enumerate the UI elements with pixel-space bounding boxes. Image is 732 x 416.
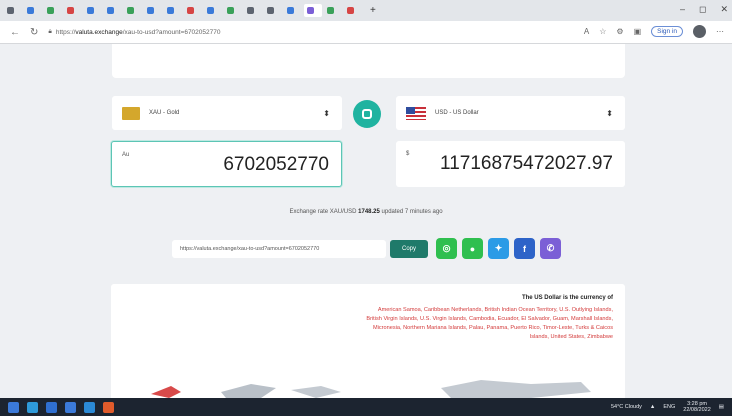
minimize-icon[interactable]: – — [680, 4, 685, 15]
page-content: XAU - Gold ⬍ USD - US Dollar ⬍ Au 670205… — [0, 44, 732, 398]
maximize-icon[interactable]: ◻ — [699, 4, 706, 15]
browser-tab[interactable] — [324, 4, 342, 17]
network-icon[interactable]: ▲ — [650, 404, 655, 410]
tab-favicon-icon — [107, 7, 114, 14]
new-tab-icon[interactable]: + — [370, 5, 376, 16]
close-icon[interactable]: ✕ — [720, 4, 728, 15]
world-map-graphic — [151, 380, 591, 398]
search-icon[interactable] — [27, 401, 38, 413]
browser-tab[interactable] — [244, 4, 262, 17]
lock-icon: 🔒︎ — [48, 28, 52, 35]
info-title: The US Dollar is the currency of — [521, 295, 613, 301]
viber-icon[interactable]: ✆ — [540, 238, 561, 259]
tab-favicon-icon — [87, 7, 94, 14]
tab-favicon-icon — [207, 7, 214, 14]
from-amount-input[interactable]: Au 6702052770 — [111, 141, 342, 187]
tab-favicon-icon — [227, 7, 234, 14]
share-url-field[interactable]: https://valuta.exchange/xau-to-usd?amoun… — [172, 240, 386, 258]
whatsapp-icon[interactable]: ◎ — [436, 238, 457, 259]
line-icon[interactable]: ● — [462, 238, 483, 259]
us-flag-icon — [406, 106, 426, 120]
browser-tools: A ☆ ⚙ ▣ Sign in ⋯ — [584, 25, 724, 38]
tab-favicon-icon — [27, 7, 34, 14]
browser-tab[interactable] — [204, 4, 222, 17]
browser-tab[interactable] — [144, 4, 162, 17]
clock[interactable]: 3:28 pm 22/08/2022 — [683, 401, 711, 413]
extensions-icon[interactable]: ⚙ — [616, 27, 623, 36]
from-currency-select[interactable]: XAU - Gold ⬍ — [112, 96, 342, 130]
copy-button[interactable]: Copy — [390, 240, 428, 258]
address-bar: ← ↻ 🔒︎ https://valuta.exchange/xau-to-us… — [0, 21, 732, 44]
from-symbol: Au — [122, 152, 130, 158]
tab-favicon-icon — [327, 7, 334, 14]
tab-favicon-icon — [307, 7, 314, 14]
browser-tab[interactable] — [284, 4, 302, 17]
browser-tab[interactable] — [4, 4, 22, 17]
browser-tab[interactable] — [64, 4, 82, 17]
task-view-icon[interactable] — [46, 401, 57, 413]
to-symbol: $ — [406, 151, 410, 157]
tab-favicon-icon — [147, 7, 154, 14]
url-field[interactable]: 🔒︎ https://valuta.exchange/xau-to-usd?am… — [48, 28, 220, 36]
office-icon[interactable] — [103, 401, 114, 413]
mail-icon[interactable] — [65, 401, 76, 413]
more-icon[interactable]: ⋯ — [716, 27, 724, 36]
to-amount-input[interactable]: $ 11716875472027.97 — [396, 141, 625, 187]
tab-favicon-icon — [67, 7, 74, 14]
top-card — [112, 44, 625, 78]
browser-tab[interactable] — [84, 4, 102, 17]
browser-tab[interactable] — [24, 4, 42, 17]
browser-tab[interactable] — [104, 4, 122, 17]
browser-tab-strip: + — [0, 0, 732, 21]
browser-tab[interactable] — [304, 4, 322, 17]
facebook-icon[interactable]: f — [514, 238, 535, 259]
tab-favicon-icon — [287, 7, 294, 14]
swap-button[interactable] — [353, 100, 381, 128]
browser-tab[interactable] — [264, 4, 282, 17]
read-aloud-icon[interactable]: A — [584, 27, 589, 36]
tab-favicon-icon — [267, 7, 274, 14]
tab-favicon-icon — [187, 7, 194, 14]
browser-tab[interactable] — [184, 4, 202, 17]
profile-avatar[interactable] — [693, 25, 706, 38]
language-indicator[interactable]: ENG — [663, 404, 675, 410]
tab-favicon-icon — [247, 7, 254, 14]
sign-in-button[interactable]: Sign in — [651, 26, 683, 37]
favorite-icon[interactable]: ☆ — [599, 27, 606, 36]
window-controls: – ◻ ✕ — [680, 4, 728, 15]
tab-favicon-icon — [127, 7, 134, 14]
select-arrows-icon: ⬍ — [323, 108, 330, 118]
collections-icon[interactable]: ▣ — [634, 27, 642, 36]
browser-tab[interactable] — [224, 4, 242, 17]
browser-tab[interactable] — [44, 4, 62, 17]
edge-icon[interactable] — [84, 401, 95, 413]
to-currency-label: USD - US Dollar — [435, 110, 479, 116]
from-currency-label: XAU - Gold — [149, 110, 180, 116]
browser-tab[interactable] — [124, 4, 142, 17]
url-text: https://valuta.exchange/xau-to-usd?amoun… — [55, 28, 221, 36]
browser-tab[interactable] — [344, 4, 362, 17]
gold-flag-icon — [122, 106, 140, 120]
tab-favicon-icon — [347, 7, 354, 14]
from-amount-value: 6702052770 — [223, 154, 329, 175]
select-arrows-icon: ⬍ — [606, 108, 613, 118]
tab-favicon-icon — [7, 7, 14, 14]
start-icon[interactable] — [8, 401, 19, 413]
back-icon[interactable]: ← — [10, 27, 20, 38]
system-tray: 54°C Cloudy ▲ ENG 3:28 pm 22/08/2022 ▤ — [611, 401, 724, 413]
refresh-icon[interactable]: ↻ — [30, 27, 38, 38]
exchange-rate-text: Exchange rate XAU/USD 1748.25 updated 7 … — [289, 209, 443, 215]
windows-taskbar: 54°C Cloudy ▲ ENG 3:28 pm 22/08/2022 ▤ — [0, 398, 732, 416]
notifications-icon[interactable]: ▤ — [719, 404, 724, 410]
tab-favicon-icon — [47, 7, 54, 14]
tab-favicon-icon — [167, 7, 174, 14]
to-currency-select[interactable]: USD - US Dollar ⬍ — [396, 96, 625, 130]
to-amount-value: 11716875472027.97 — [440, 153, 613, 174]
info-country-list: American Samoa, Caribbean Netherlands, B… — [366, 307, 613, 340]
swap-icon — [362, 109, 372, 119]
weather-status[interactable]: 54°C Cloudy — [611, 404, 642, 410]
browser-tab[interactable] — [164, 4, 182, 17]
twitter-icon[interactable]: ✦ — [488, 238, 509, 259]
